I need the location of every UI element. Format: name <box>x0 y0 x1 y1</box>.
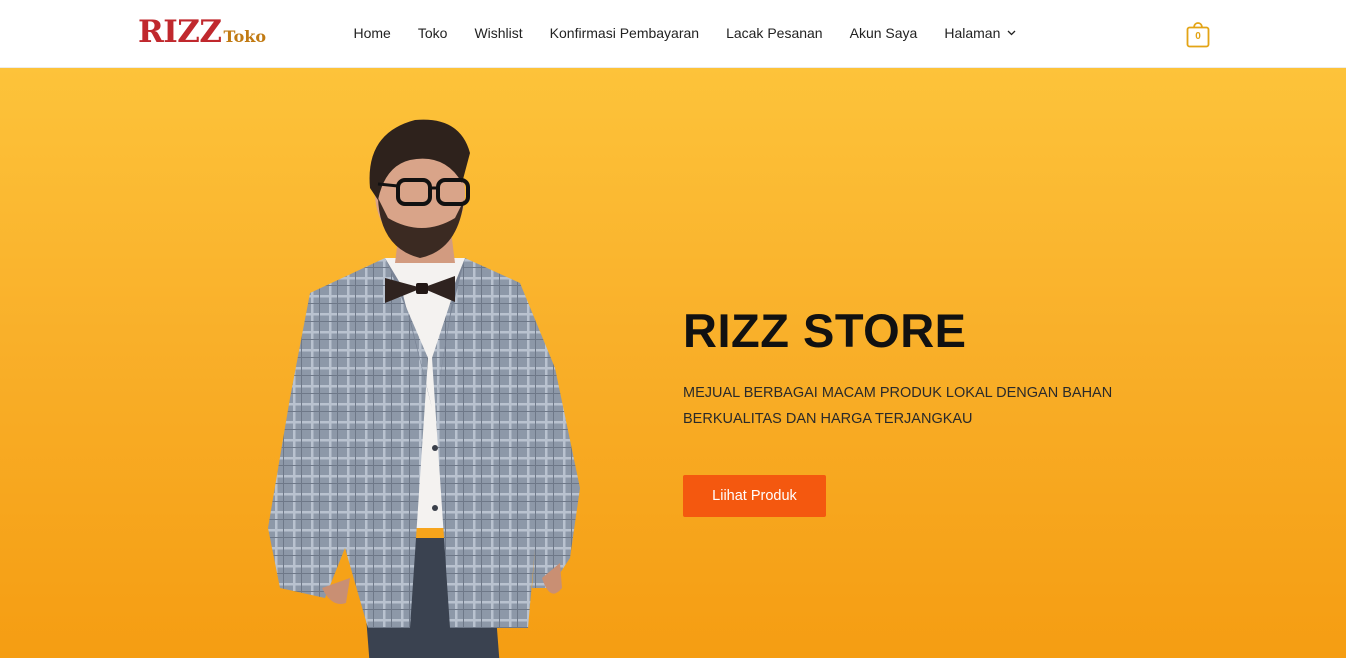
nav-konfirmasi-pembayaran[interactable]: Konfirmasi Pembayaran <box>536 0 712 66</box>
cart-count: 0 <box>1195 31 1201 42</box>
nav-lacak-pesanan-label: Lacak Pesanan <box>726 25 823 41</box>
main-navigation: Home Toko Wishlist Konfirmasi Pembayaran… <box>340 0 1030 66</box>
hero-description: MEJUAL BERBAGAI MACAM PRODUK LOKAL DENGA… <box>683 385 1113 427</box>
nav-halaman-label: Halaman <box>944 25 1001 41</box>
site-logo[interactable]: RIZZ Toko <box>138 14 266 50</box>
cart-button[interactable]: 0 <box>1186 21 1210 48</box>
nav-halaman-dropdown[interactable]: Halaman <box>931 0 1030 66</box>
nav-lacak-pesanan[interactable]: Lacak Pesanan <box>713 0 837 66</box>
chevron-down-icon <box>1007 30 1016 36</box>
model-photo <box>268 119 580 658</box>
site-header: RIZZ Toko Home Toko Wishlist Konfirmasi … <box>0 0 1346 68</box>
nav-konfirmasi-pembayaran-label: Konfirmasi Pembayaran <box>549 25 700 41</box>
logo-sub-text: Toko <box>224 19 267 55</box>
nav-akun-saya-label: Akun Saya <box>849 25 918 41</box>
nav-toko[interactable]: Toko <box>404 0 461 66</box>
nav-home-label: Home <box>353 25 391 41</box>
nav-akun-saya[interactable]: Akun Saya <box>836 0 931 66</box>
nav-toko-label: Toko <box>417 25 448 41</box>
logo-sub-label: Toko <box>223 27 267 46</box>
hero-title: RIZZ STORE <box>683 304 967 357</box>
hero-banner: RIZZ STORE MEJUAL BERBAGAI MACAM PRODUK … <box>0 68 1346 658</box>
view-products-button[interactable]: Liihat Produk <box>683 475 826 517</box>
nav-wishlist-label: Wishlist <box>474 25 523 41</box>
logo-main-text: RIZZ <box>138 14 222 50</box>
nav-wishlist[interactable]: Wishlist <box>461 0 536 66</box>
nav-home[interactable]: Home <box>340 0 404 66</box>
